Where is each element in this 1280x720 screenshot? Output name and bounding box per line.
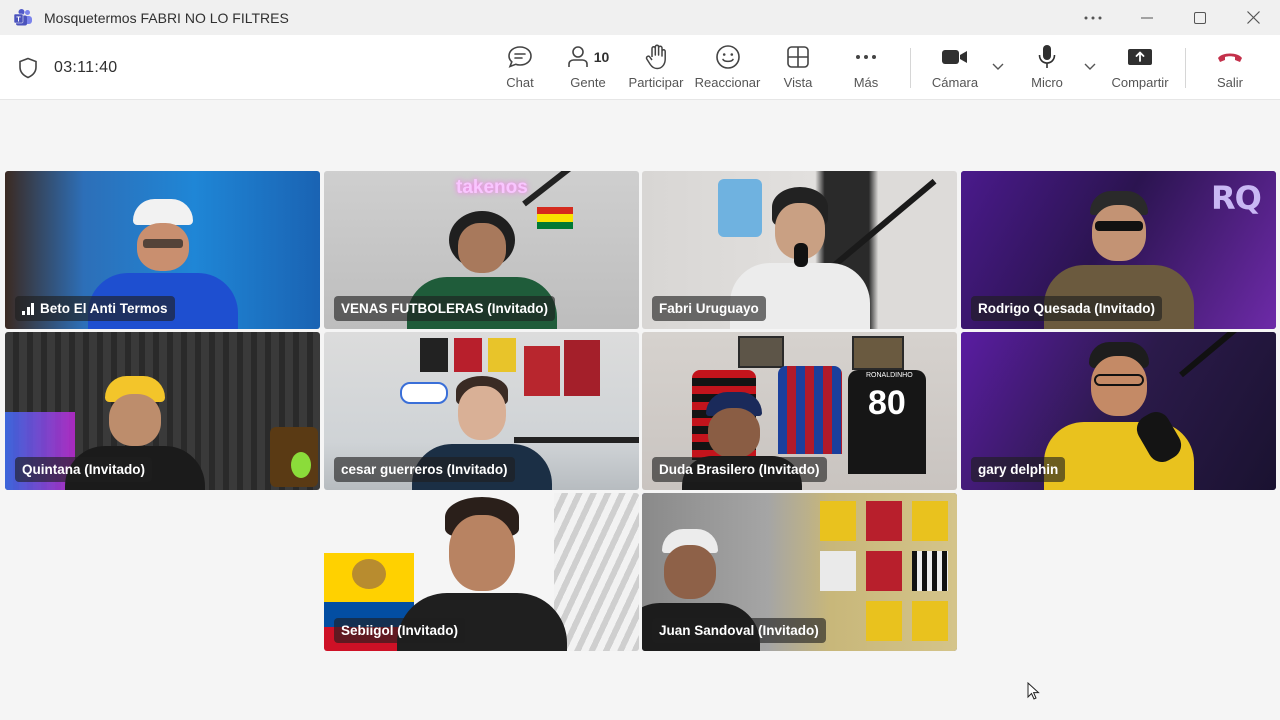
more-button[interactable]: Más bbox=[848, 43, 884, 95]
jersey-name: RONALDINHO bbox=[866, 372, 913, 379]
figure bbox=[291, 452, 311, 478]
more-ellipsis-icon bbox=[856, 55, 876, 59]
microphone-icon bbox=[1038, 45, 1056, 68]
chat-label: Chat bbox=[506, 75, 534, 90]
flag-emblem bbox=[352, 559, 386, 589]
toolbar-divider bbox=[1185, 48, 1186, 88]
wall-logo: RQ bbox=[1211, 179, 1262, 217]
leave-button[interactable]: Salir bbox=[1212, 43, 1248, 95]
video-tile[interactable]: cesar guerreros (Invitado) bbox=[324, 332, 639, 490]
jersey-number: 80 bbox=[868, 384, 906, 422]
view-button[interactable]: Vista bbox=[780, 43, 816, 95]
maximize-button[interactable] bbox=[1174, 0, 1226, 35]
video-tile[interactable]: Fabri Uruguayo bbox=[642, 171, 957, 329]
camera-button[interactable]: Cámara bbox=[928, 43, 982, 95]
maximize-icon bbox=[1194, 11, 1206, 24]
neon-sign: takenos bbox=[456, 177, 528, 198]
grid-view-icon bbox=[787, 46, 809, 68]
jersey-wall bbox=[820, 501, 952, 651]
participant-name-tag: Duda Brasilero (Invitado) bbox=[652, 457, 827, 482]
window-blinds bbox=[554, 493, 639, 651]
meeting-toolbar: 03:11:40 Chat 10 Gente Participar Reacci… bbox=[0, 35, 1280, 100]
signal-strength-icon bbox=[22, 302, 34, 315]
participant-name: Duda Brasilero (Invitado) bbox=[659, 462, 820, 477]
share-label: Compartir bbox=[1111, 75, 1169, 90]
title-bar: T Mosquetermos FABRI NO LO FILTRES bbox=[0, 0, 1280, 35]
camera-label: Cámara bbox=[931, 75, 979, 90]
participant-name: Beto El Anti Termos bbox=[40, 301, 168, 316]
shield-icon[interactable] bbox=[18, 57, 38, 79]
people-button[interactable]: 10 Gente bbox=[564, 43, 612, 95]
person-icon bbox=[567, 46, 588, 67]
emoji-icon bbox=[715, 45, 740, 69]
participant-name-tag: Juan Sandoval (Invitado) bbox=[652, 618, 826, 643]
minimize-button[interactable] bbox=[1121, 0, 1173, 35]
mouse-cursor-icon bbox=[1027, 682, 1040, 700]
react-label: Reaccionar bbox=[694, 75, 761, 90]
framed-jersey bbox=[420, 338, 448, 372]
participant-name-tag: Rodrigo Quesada (Invitado) bbox=[971, 296, 1163, 321]
framed-jersey bbox=[454, 338, 482, 372]
participant-name: cesar guerreros (Invitado) bbox=[341, 462, 508, 477]
participant-name-tag: VENAS FUTBOLERAS (Invitado) bbox=[334, 296, 556, 321]
video-tile[interactable]: Sebiigol (Invitado) bbox=[324, 493, 639, 651]
video-tile-speaking[interactable]: RQ Rodrigo Quesada (Invitado) bbox=[961, 171, 1276, 329]
react-button[interactable]: Reaccionar bbox=[694, 43, 761, 95]
hand-icon bbox=[645, 44, 666, 70]
participant-name-tag: gary delphin bbox=[971, 457, 1066, 482]
participant-name: Juan Sandoval (Invitado) bbox=[659, 623, 819, 638]
mic-button[interactable]: Micro bbox=[1026, 43, 1068, 95]
raise-hand-button[interactable]: Participar bbox=[627, 43, 685, 95]
teams-app-icon: T bbox=[14, 9, 32, 26]
share-button[interactable]: Compartir bbox=[1108, 43, 1172, 95]
participant-name: Rodrigo Quesada (Invitado) bbox=[978, 301, 1156, 316]
hang-up-icon bbox=[1218, 53, 1242, 62]
window-more-button[interactable] bbox=[1067, 0, 1119, 35]
participant-name: VENAS FUTBOLERAS (Invitado) bbox=[341, 301, 549, 316]
participant-name-tag: Fabri Uruguayo bbox=[652, 296, 766, 321]
video-tile[interactable]: takenos VENAS FUTBOLERAS (Invitado) bbox=[324, 171, 639, 329]
minimize-icon bbox=[1141, 17, 1153, 18]
participant-video bbox=[1043, 342, 1194, 490]
people-label: Gente bbox=[570, 75, 606, 90]
participant-count: 10 bbox=[593, 49, 610, 65]
participant-name: Sebiigol (Invitado) bbox=[341, 623, 458, 638]
participant-name-tag: Sebiigol (Invitado) bbox=[334, 618, 465, 643]
view-label: Vista bbox=[783, 75, 813, 90]
participant-name-tag: cesar guerreros (Invitado) bbox=[334, 457, 515, 482]
chat-button[interactable]: Chat bbox=[500, 43, 540, 95]
more-label: Más bbox=[853, 75, 879, 90]
wall-picture bbox=[852, 336, 904, 370]
window-title: Mosquetermos FABRI NO LO FILTRES bbox=[44, 10, 289, 26]
toolbar-divider bbox=[910, 48, 911, 88]
raise-hand-label: Participar bbox=[628, 75, 684, 90]
chat-icon bbox=[508, 46, 532, 68]
share-screen-icon bbox=[1128, 49, 1152, 65]
video-tile-speaking[interactable]: gary delphin bbox=[961, 332, 1276, 490]
video-camera-icon bbox=[942, 50, 967, 64]
meeting-timer: 03:11:40 bbox=[54, 59, 118, 76]
video-tile[interactable]: Quintana (Invitado) bbox=[5, 332, 320, 490]
mic-options-chevron-icon[interactable] bbox=[1083, 61, 1097, 71]
camera-options-chevron-icon[interactable] bbox=[991, 61, 1005, 71]
participant-name-tag: Quintana (Invitado) bbox=[15, 457, 152, 482]
close-window-button[interactable] bbox=[1227, 0, 1279, 35]
participant-name: Fabri Uruguayo bbox=[659, 301, 759, 316]
svg-text:T: T bbox=[16, 17, 21, 24]
close-icon bbox=[1246, 11, 1260, 24]
video-tile[interactable]: Beto El Anti Termos bbox=[5, 171, 320, 329]
wall-poster bbox=[564, 340, 600, 396]
wall-picture bbox=[738, 336, 784, 368]
leave-label: Salir bbox=[1216, 75, 1243, 90]
video-tile[interactable]: RONALDINHO 80 Duda Brasilero (Invitado) bbox=[642, 332, 957, 490]
video-tile-speaking[interactable]: Juan Sandoval (Invitado) bbox=[642, 493, 957, 651]
participant-name-tag: Beto El Anti Termos bbox=[15, 296, 175, 321]
participant-name: gary delphin bbox=[978, 462, 1059, 477]
framed-jersey bbox=[488, 338, 516, 372]
participant-name: Quintana (Invitado) bbox=[22, 462, 145, 477]
mic-label: Micro bbox=[1031, 75, 1063, 90]
ellipsis-icon bbox=[1084, 16, 1102, 19]
